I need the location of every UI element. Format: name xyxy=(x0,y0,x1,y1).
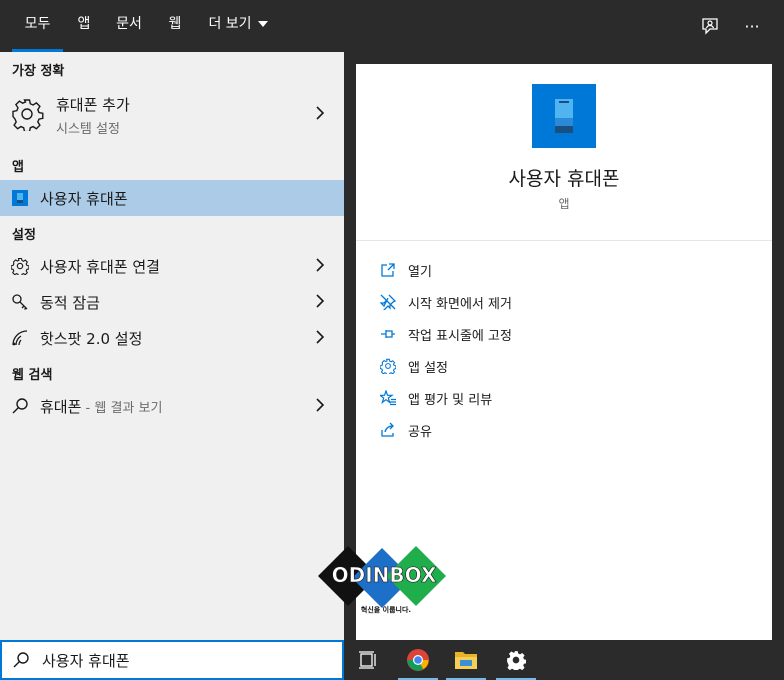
your-phone-app-icon xyxy=(532,84,596,148)
search-icon xyxy=(12,651,30,673)
chevron-right-icon xyxy=(316,329,325,348)
setting-item-label: 사용자 휴대폰 연결 xyxy=(40,257,160,276)
setting-item-label: 동적 잠금 xyxy=(40,293,100,312)
tab-web[interactable]: 웹 xyxy=(162,0,188,52)
key-icon xyxy=(11,293,29,311)
your-phone-app-icon xyxy=(12,190,28,206)
best-match-title: 휴대폰 추가 xyxy=(56,96,130,114)
tab-more[interactable]: 더 보기 xyxy=(202,0,274,52)
section-web-search: 웹 검색 xyxy=(12,368,53,383)
tab-more-label: 더 보기 xyxy=(208,16,252,32)
feedback-button[interactable] xyxy=(696,12,724,40)
web-search-query: 휴대폰 xyxy=(40,397,82,416)
results-panel: 가장 정확 휴대폰 추가 시스템 설정 앱 사용자 휴대폰 설정 사용자 휴대폰… xyxy=(0,52,344,640)
unpin-icon xyxy=(378,292,398,312)
section-apps: 앱 xyxy=(12,160,24,175)
tab-web-label: 웹 xyxy=(168,16,182,32)
file-explorer-taskbar-button[interactable] xyxy=(442,640,490,680)
more-options-button[interactable]: ··· xyxy=(738,12,766,40)
tab-apps-label: 앱 xyxy=(77,16,91,32)
task-view-icon xyxy=(359,651,376,669)
taskbar xyxy=(344,640,784,680)
search-filter-bar: 모두 앱 문서 웹 더 보기 ··· xyxy=(0,0,784,52)
setting-item-label: 핫스팟 2.0 설정 xyxy=(40,329,143,348)
best-match-subtitle: 시스템 설정 xyxy=(56,122,120,137)
tab-apps[interactable]: 앱 xyxy=(72,0,96,52)
best-match-item[interactable]: 휴대폰 추가 시스템 설정 xyxy=(0,88,344,140)
search-input[interactable]: 사용자 휴대폰 xyxy=(42,650,130,671)
action-label: 앱 설정 xyxy=(408,360,449,376)
action-unpin-start[interactable]: 시작 화면에서 제거 xyxy=(378,290,758,314)
gear-icon xyxy=(10,97,44,131)
ellipsis-icon: ··· xyxy=(744,16,760,36)
rate-icon xyxy=(378,388,398,408)
web-search-item[interactable]: 휴대폰 - 웹 결과 보기 xyxy=(0,388,344,424)
web-search-text: 휴대폰 - 웹 결과 보기 xyxy=(40,396,162,417)
pin-icon xyxy=(378,324,398,344)
action-rate-review[interactable]: 앱 평가 및 리뷰 xyxy=(378,386,758,410)
divider xyxy=(356,240,772,241)
gear-icon xyxy=(11,257,29,275)
chevron-right-icon xyxy=(316,397,325,416)
chevron-right-icon xyxy=(316,257,325,276)
app-type: 앱 xyxy=(558,197,570,211)
search-icon xyxy=(11,397,29,415)
action-label: 시작 화면에서 제거 xyxy=(408,296,512,312)
feedback-icon xyxy=(702,18,718,35)
app-result-your-phone[interactable]: 사용자 휴대폰 xyxy=(0,180,344,216)
section-best-match: 가장 정확 xyxy=(12,64,65,79)
setting-item-hotspot[interactable]: 핫스팟 2.0 설정 xyxy=(0,320,344,356)
action-label: 열기 xyxy=(408,264,432,280)
tab-all[interactable]: 모두 xyxy=(12,0,63,52)
tab-documents-label: 문서 xyxy=(116,16,142,32)
action-open[interactable]: 열기 xyxy=(378,258,758,282)
gear-icon xyxy=(378,356,398,376)
settings-taskbar-button[interactable] xyxy=(492,640,540,680)
action-app-settings[interactable]: 앱 설정 xyxy=(378,354,758,378)
app-result-label: 사용자 휴대폰 xyxy=(40,189,128,208)
action-label: 작업 표시줄에 고정 xyxy=(408,328,512,344)
action-label: 앱 평가 및 리뷰 xyxy=(408,392,493,408)
chrome-icon xyxy=(407,649,429,671)
action-label: 공유 xyxy=(408,424,432,440)
chevron-right-icon xyxy=(316,293,325,312)
setting-item-link-phone[interactable]: 사용자 휴대폰 연결 xyxy=(0,248,344,284)
action-pin-taskbar[interactable]: 작업 표시줄에 고정 xyxy=(378,322,758,346)
odinbox-watermark-logo: ODINBOX 혁신을 이룹니다. xyxy=(316,544,452,616)
share-icon xyxy=(378,420,398,440)
gear-icon xyxy=(507,651,526,670)
section-settings: 설정 xyxy=(12,228,36,243)
action-share[interactable]: 공유 xyxy=(378,418,758,442)
chrome-taskbar-button[interactable] xyxy=(394,640,442,680)
chevron-down-icon xyxy=(257,21,268,27)
folder-icon xyxy=(455,652,477,669)
svg-text:ODINBOX: ODINBOX xyxy=(332,563,437,587)
open-icon xyxy=(378,260,398,280)
search-box[interactable]: 사용자 휴대폰 xyxy=(0,640,344,680)
task-view-button[interactable] xyxy=(344,640,392,680)
svg-text:혁신을 이룹니다.: 혁신을 이룹니다. xyxy=(361,605,411,614)
tab-all-label: 모두 xyxy=(24,16,51,32)
tab-documents[interactable]: 문서 xyxy=(110,0,148,52)
wifi-hotspot-icon xyxy=(11,329,29,347)
chevron-right-icon xyxy=(316,105,325,124)
setting-item-dynamic-lock[interactable]: 동적 잠금 xyxy=(0,284,344,320)
web-search-suffix: - 웹 결과 보기 xyxy=(81,400,163,416)
app-title: 사용자 휴대폰 xyxy=(508,168,620,190)
